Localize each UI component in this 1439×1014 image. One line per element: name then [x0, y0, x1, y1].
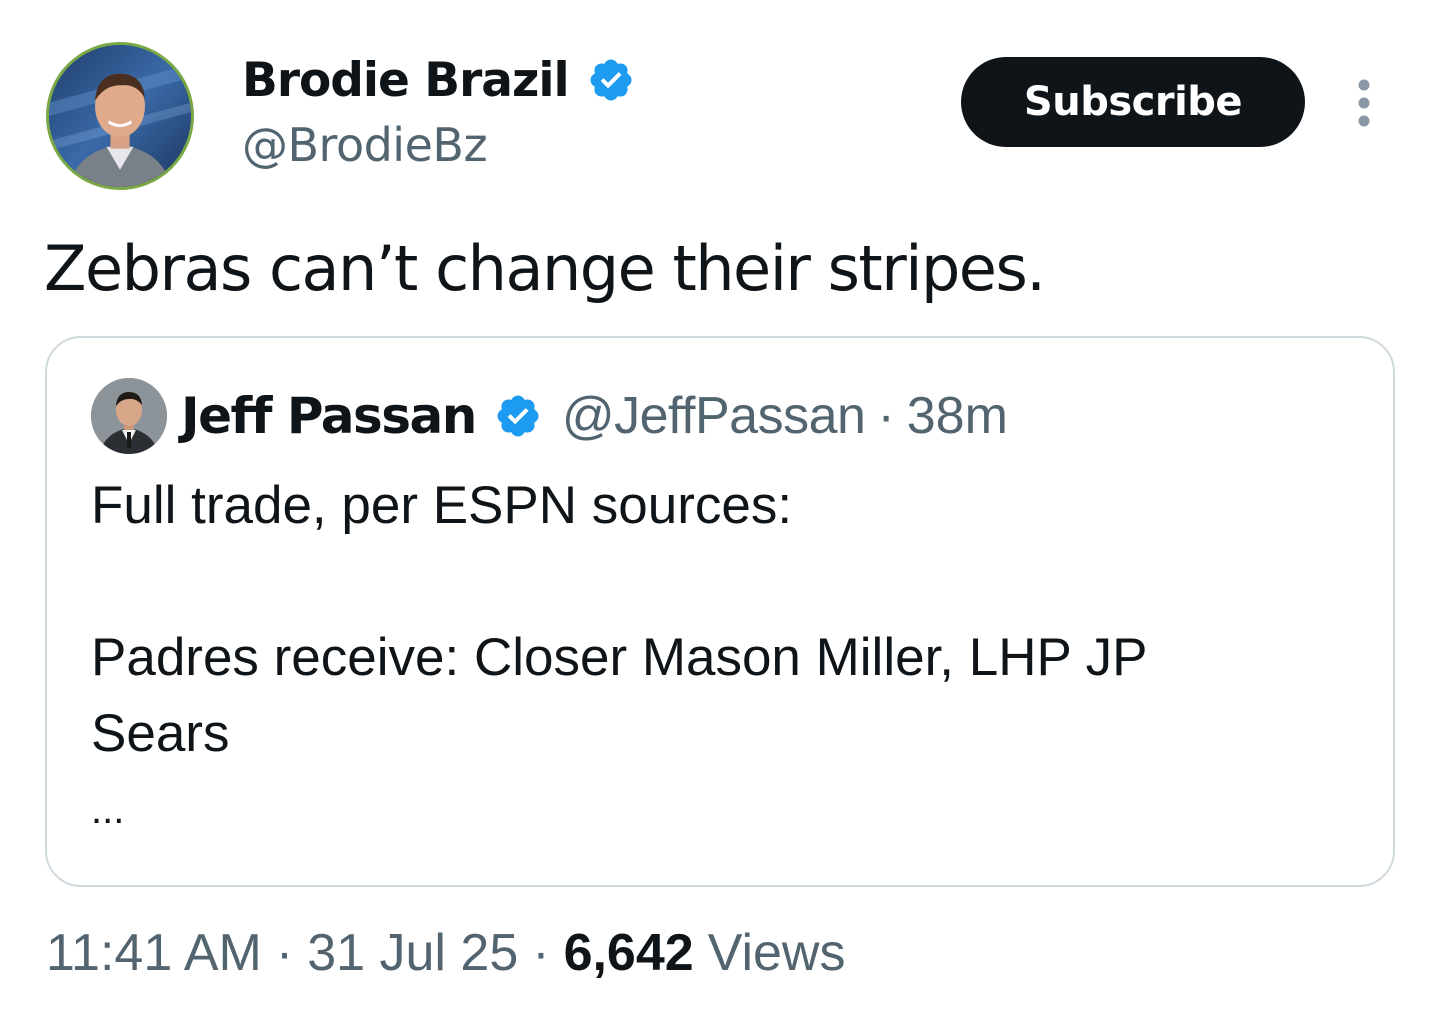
quoted-author-handle[interactable]: @JeffPassan: [562, 386, 866, 446]
quoted-body-line: Full trade, per ESPN sources:: [91, 476, 793, 535]
views-count[interactable]: 6,642: [564, 923, 694, 983]
meta-separator: ·: [532, 924, 550, 982]
quoted-body-line: Padres receive: Closer Mason Miller, LHP…: [91, 628, 1148, 687]
quoted-separator: ·: [877, 387, 895, 445]
quoted-author-avatar[interactable]: [91, 378, 167, 454]
subscribe-button[interactable]: Subscribe: [961, 57, 1305, 147]
quoted-author-name[interactable]: Jeff Passan: [181, 387, 477, 445]
tweet-time[interactable]: 11:41 AM: [46, 923, 262, 983]
quoted-body-line: Sears: [91, 704, 230, 763]
quoted-body-ellipsis: ...: [91, 788, 125, 832]
tweet-header: Brodie Brazil @BrodieBz Subscribe: [46, 42, 1396, 192]
quoted-body-gap: [91, 544, 1341, 620]
views-label[interactable]: Views: [708, 923, 846, 983]
author-name[interactable]: Brodie Brazil: [242, 53, 570, 108]
verified-badge-icon: [587, 56, 635, 104]
more-vertical-icon[interactable]: [1348, 78, 1380, 128]
meta-separator: ·: [275, 924, 294, 982]
quoted-author-avatar-image: [91, 378, 167, 454]
quoted-tweet-body: Full trade, per ESPN sources: Padres rec…: [91, 468, 1341, 848]
quoted-tweet-header: Jeff Passan @JeffPassan · 38m: [91, 376, 1008, 456]
quoted-tweet-card[interactable]: Jeff Passan @JeffPassan · 38m Full trade…: [45, 336, 1395, 887]
author-handle[interactable]: @BrodieBz: [242, 118, 488, 172]
tweet-text: Zebras can’t change their stripes.: [44, 232, 1046, 305]
author-name-row: Brodie Brazil: [242, 50, 635, 110]
verified-badge-icon: [494, 392, 542, 440]
tweet-date[interactable]: 31 Jul 25: [307, 923, 518, 983]
quoted-timestamp[interactable]: 38m: [907, 386, 1008, 446]
author-avatar[interactable]: [46, 42, 194, 190]
tweet-meta: 11:41 AM · 31 Jul 25 · 6,642 Views: [46, 918, 845, 988]
author-avatar-image: [49, 45, 191, 187]
